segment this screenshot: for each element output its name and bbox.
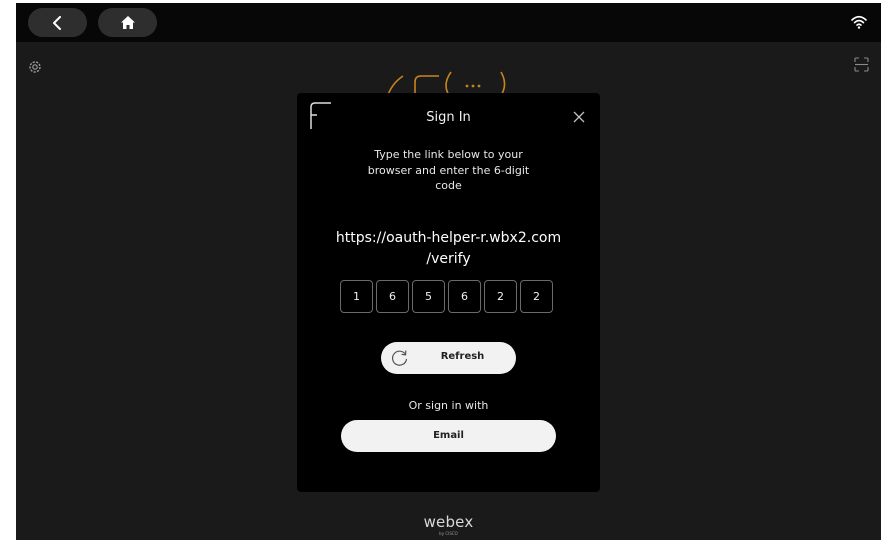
refresh-icon bbox=[391, 350, 408, 366]
code-digit: 6 bbox=[448, 280, 481, 313]
code-digit: 1 bbox=[340, 280, 373, 313]
refresh-button[interactable]: Refresh bbox=[381, 342, 516, 374]
cisco-byline: by CISCO bbox=[439, 531, 458, 536]
verification-url: https://oauth-helper-r.wbx2.com /verify bbox=[317, 228, 580, 270]
wifi-icon[interactable] bbox=[851, 14, 867, 30]
home-icon bbox=[120, 16, 135, 29]
home-button[interactable] bbox=[98, 8, 157, 37]
sign-in-dialog: Sign In Type the link below to your brow… bbox=[297, 93, 600, 492]
alternate-signin-text: Or sign in with bbox=[408, 399, 489, 412]
scan-icon[interactable] bbox=[854, 57, 869, 72]
close-icon[interactable] bbox=[572, 110, 586, 124]
url-line-2: /verify bbox=[426, 251, 471, 267]
email-signin-button[interactable]: Email bbox=[341, 420, 556, 452]
back-button[interactable] bbox=[28, 8, 87, 37]
code-boxes: 1 6 5 6 2 2 bbox=[340, 280, 555, 313]
code-digit: 5 bbox=[412, 280, 445, 313]
code-digit: 2 bbox=[484, 280, 517, 313]
code-digit: 2 bbox=[520, 280, 553, 313]
chevron-left-icon bbox=[52, 15, 61, 30]
code-digit: 6 bbox=[376, 280, 409, 313]
webex-logo: webex bbox=[423, 513, 474, 531]
dialog-title: Sign In bbox=[426, 110, 471, 125]
gear-icon[interactable] bbox=[27, 59, 43, 75]
device-screen: Sign In Type the link below to your brow… bbox=[16, 3, 881, 540]
url-line-1: https://oauth-helper-r.wbx2.com bbox=[335, 230, 562, 246]
instruction-text: Type the link below to your browser and … bbox=[367, 148, 530, 192]
top-bar bbox=[16, 3, 881, 42]
refresh-label: Refresh bbox=[440, 351, 485, 362]
